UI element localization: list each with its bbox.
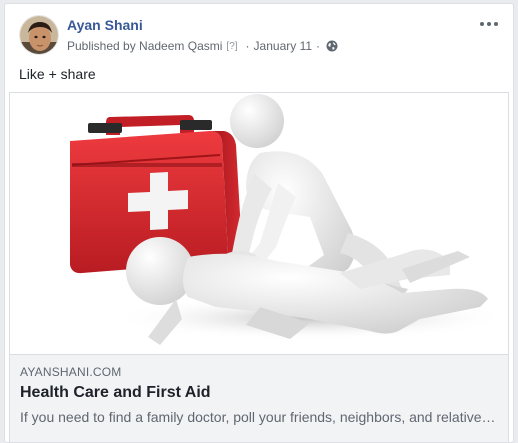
link-description: If you need to find a family doctor, pol… xyxy=(20,409,500,425)
help-marker[interactable]: [?] xyxy=(226,41,237,52)
link-title[interactable]: Health Care and First Aid xyxy=(20,383,211,403)
link-preview-meta[interactable]: AYANSHANI.COM Health Care and First Aid … xyxy=(10,354,508,442)
globe-icon[interactable] xyxy=(326,40,338,52)
post-date-link[interactable]: January 11 xyxy=(254,39,312,53)
meta-separator: · xyxy=(316,39,321,53)
post-text: Like + share xyxy=(19,66,96,82)
meta-separator: · xyxy=(245,39,250,53)
link-domain: AYANSHANI.COM xyxy=(20,365,122,379)
post-meta: Published by Nadeem Qasmi [?] · January … xyxy=(67,39,338,53)
author-avatar[interactable] xyxy=(19,15,59,55)
author-name-link[interactable]: Ayan Shani xyxy=(67,17,143,33)
link-preview-image[interactable] xyxy=(10,93,508,354)
post-card: Ayan Shani Published by Nadeem Qasmi [?]… xyxy=(4,3,514,443)
published-by-text[interactable]: Published by Nadeem Qasmi xyxy=(67,39,222,53)
post-header: Ayan Shani Published by Nadeem Qasmi [?]… xyxy=(5,4,513,64)
more-options-icon[interactable] xyxy=(477,14,501,34)
link-preview-card[interactable]: AYANSHANI.COM Health Care and First Aid … xyxy=(9,92,509,442)
